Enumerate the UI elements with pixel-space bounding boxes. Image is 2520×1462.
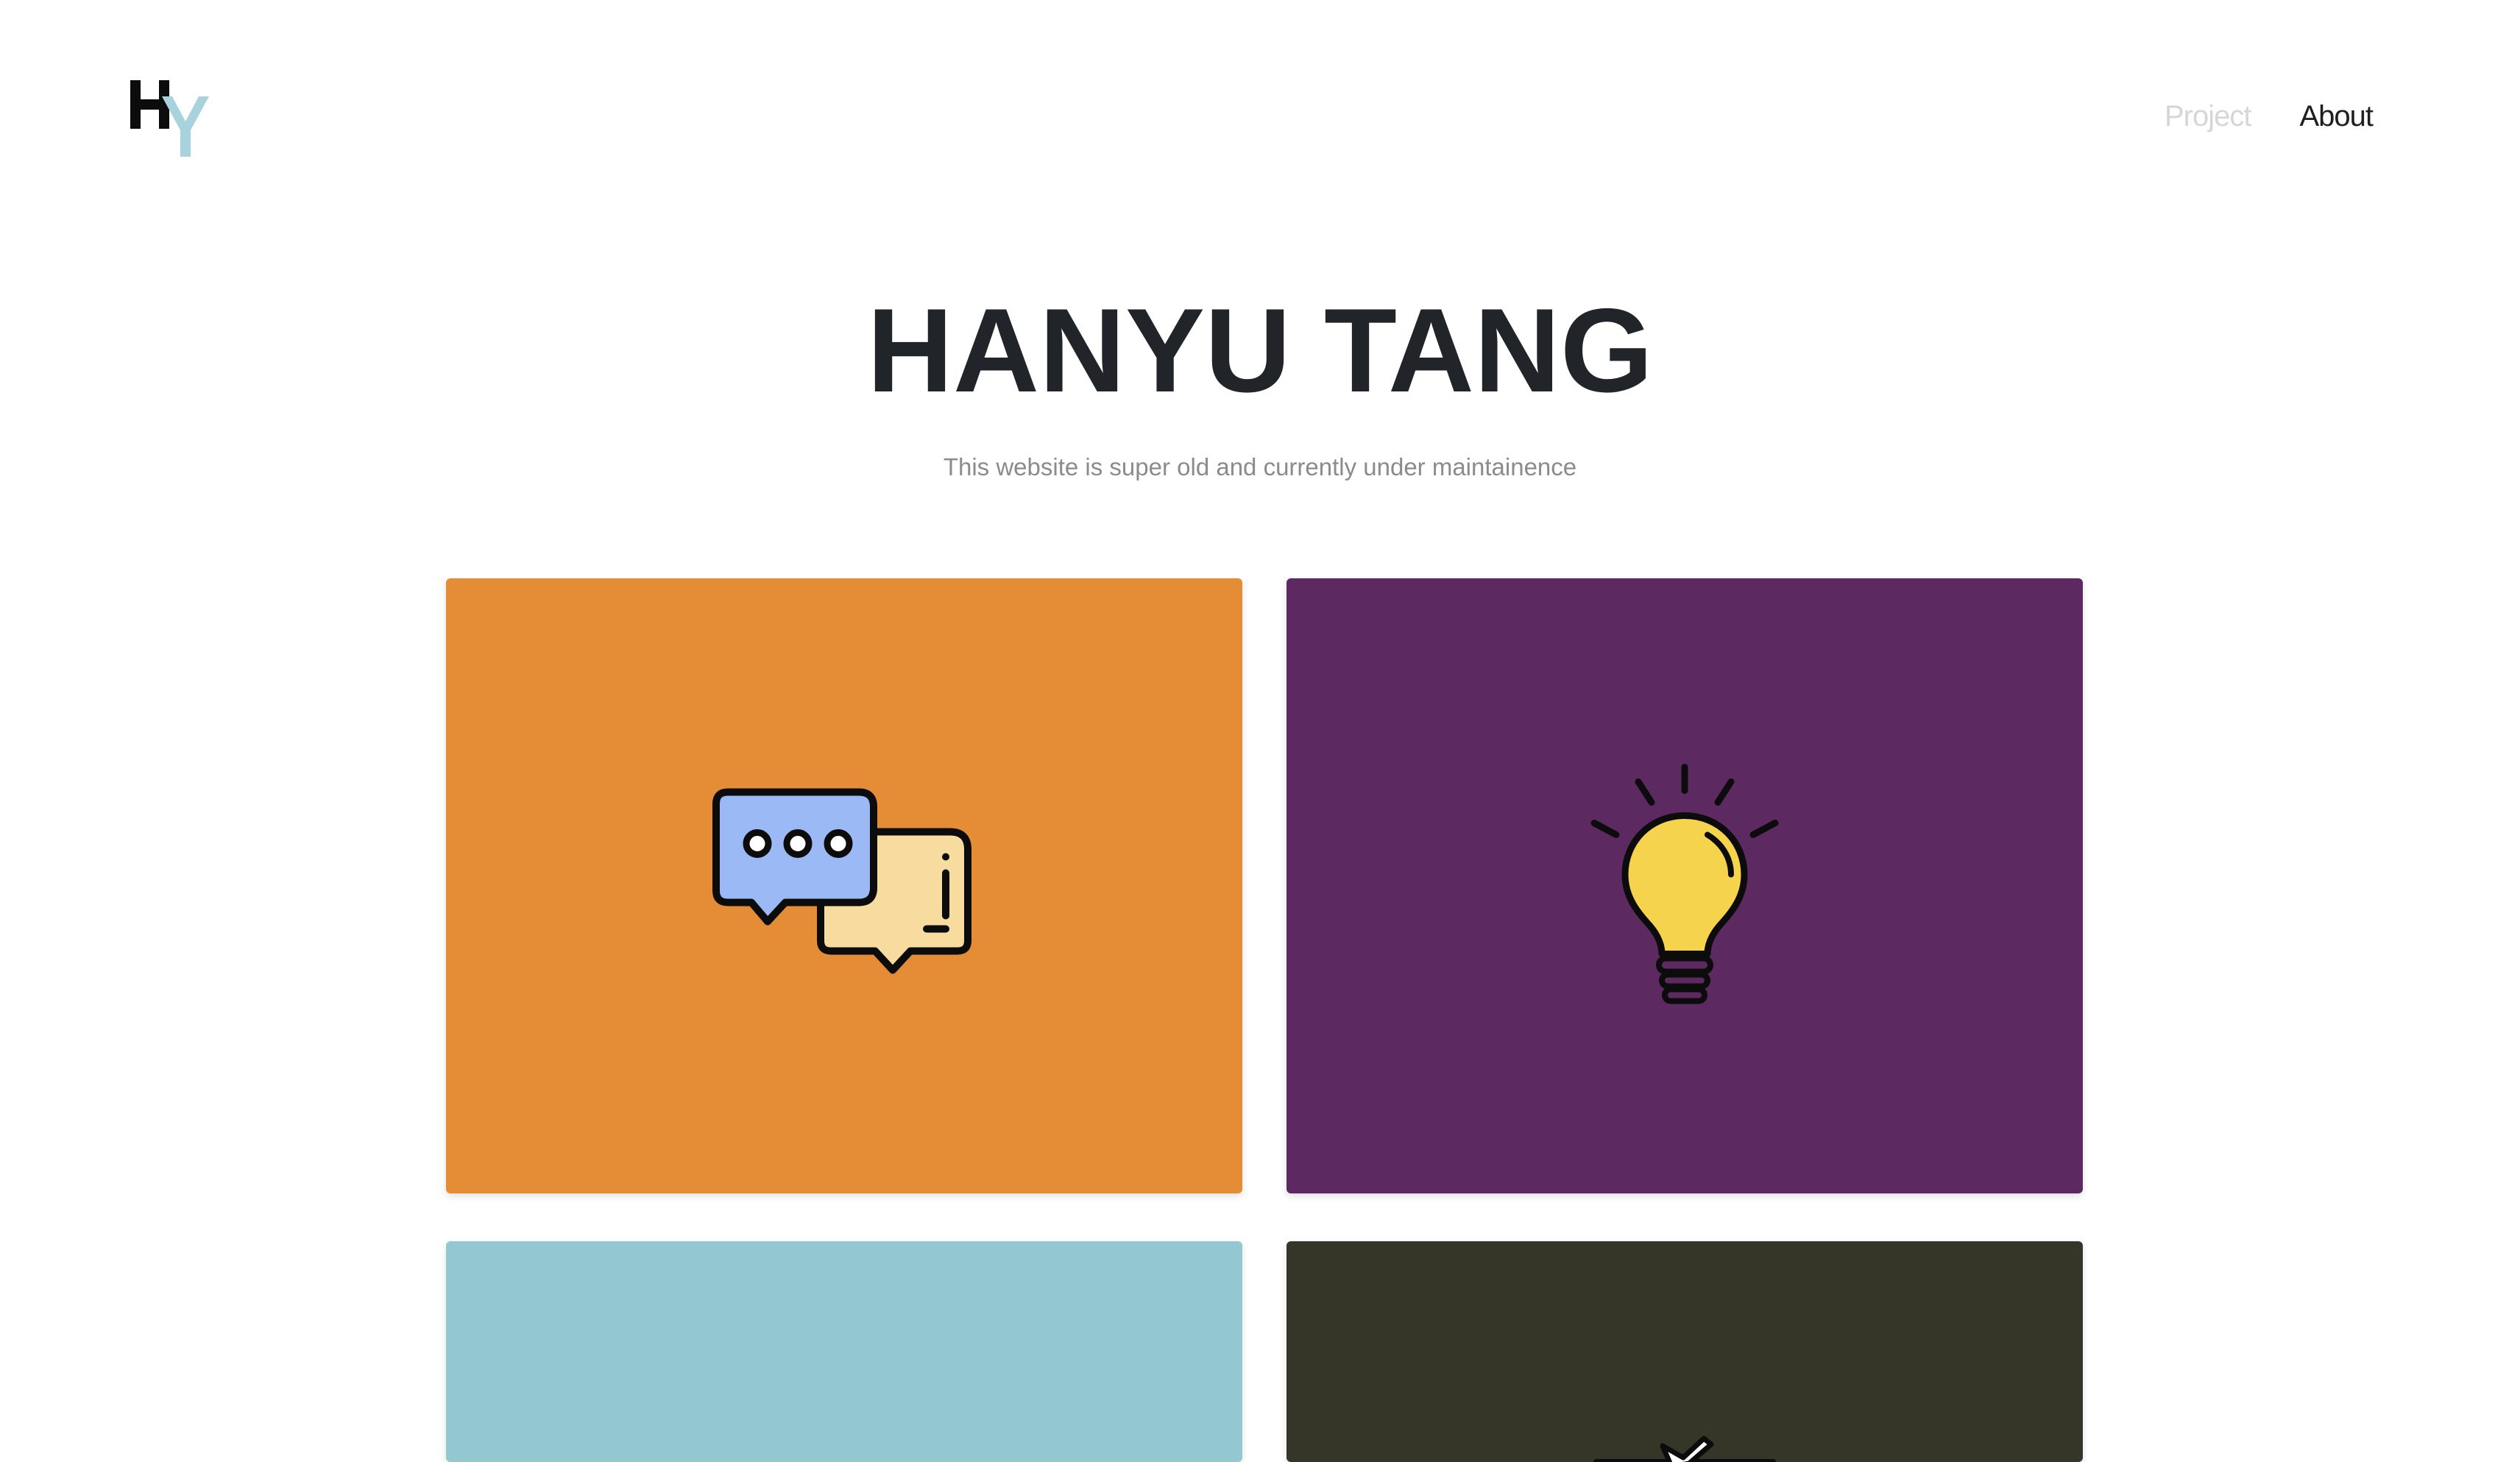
page-subtitle: This website is super old and currently … — [943, 453, 1577, 480]
main-nav: Project About — [2165, 100, 2374, 133]
project-card-2[interactable] — [1286, 578, 2083, 1193]
lightbulb-icon — [1585, 763, 1784, 1009]
nav-project-link[interactable]: Project — [2165, 100, 2251, 133]
site-logo[interactable] — [128, 76, 224, 158]
airplane-icon — [1589, 1433, 1780, 1462]
nav-about-link[interactable]: About — [2299, 100, 2374, 133]
project-card-3[interactable] — [446, 1241, 1242, 1462]
page-title: HANYU TANG — [867, 284, 1653, 417]
project-card-1[interactable] — [446, 578, 1242, 1193]
chat-bubbles-icon — [712, 788, 977, 984]
project-card-4[interactable] — [1286, 1241, 2083, 1462]
